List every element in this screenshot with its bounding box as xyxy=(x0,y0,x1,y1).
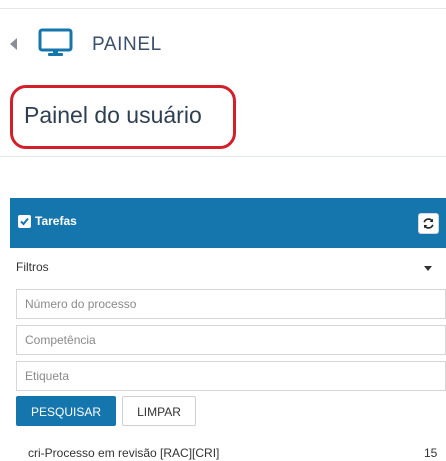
tasks-panel-header: Tarefas xyxy=(10,198,446,248)
caret-left-icon[interactable] xyxy=(10,38,17,50)
chevron-down-icon xyxy=(424,266,432,271)
task-count: 15 xyxy=(424,446,438,460)
tasks-panel: Tarefas Filtros PESQUISAR LIMPAR cri-Pro… xyxy=(10,198,446,461)
filters-toggle[interactable]: Filtros xyxy=(10,253,446,279)
monitor-icon xyxy=(38,28,73,56)
competence-input[interactable] xyxy=(16,325,446,355)
tag-input[interactable] xyxy=(16,361,446,391)
search-button[interactable]: PESQUISAR xyxy=(16,396,116,426)
section-title: PAINEL xyxy=(92,34,162,55)
refresh-button[interactable] xyxy=(418,213,439,234)
task-list-item[interactable]: cri-Processo em revisão [RAC][CRI] 15 xyxy=(10,438,446,461)
filters-label: Filtros xyxy=(16,260,49,274)
tasks-panel-title: Tarefas xyxy=(35,214,77,228)
refresh-icon xyxy=(423,218,434,229)
checkbox-icon xyxy=(18,215,31,228)
top-divider xyxy=(0,8,446,9)
task-label: cri-Processo em revisão [RAC][CRI] xyxy=(28,446,220,460)
clear-button[interactable]: LIMPAR xyxy=(122,396,196,426)
red-highlight-annotation xyxy=(10,85,236,149)
page-header: PAINEL xyxy=(0,12,446,74)
process-number-input[interactable] xyxy=(16,289,446,319)
